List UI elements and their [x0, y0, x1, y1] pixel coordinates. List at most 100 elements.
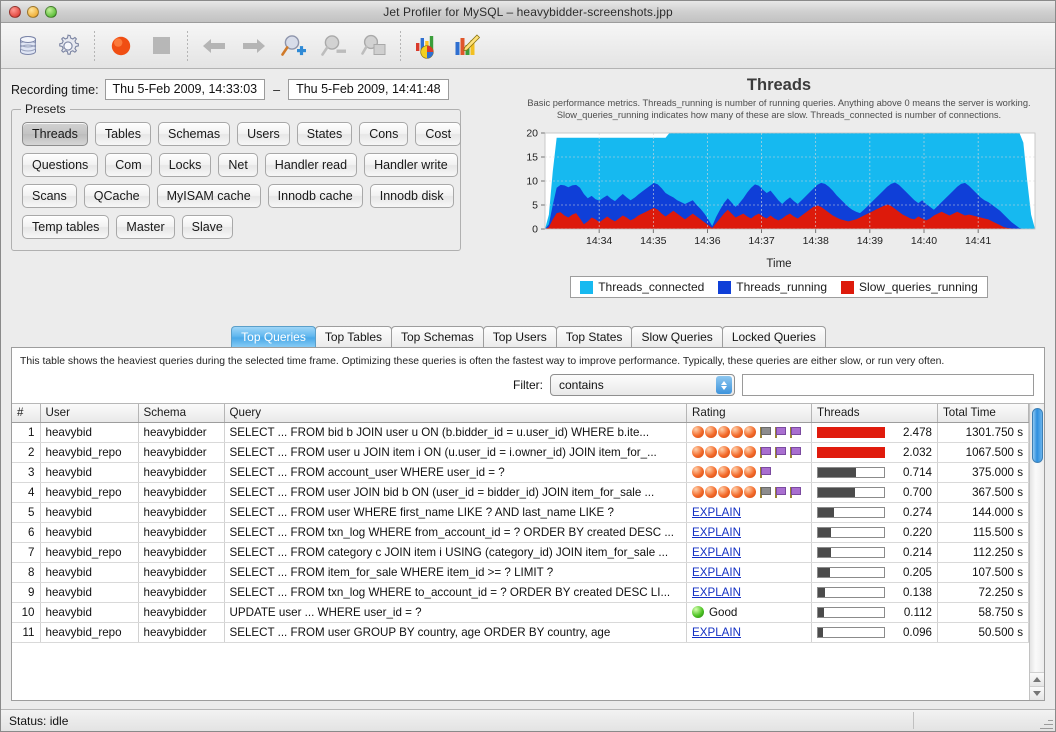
preset-button-slave[interactable]: Slave: [182, 215, 233, 239]
column-header-rating[interactable]: Rating: [687, 404, 812, 422]
cell-rating: [687, 482, 812, 502]
explain-link[interactable]: EXPLAIN: [692, 506, 741, 519]
column-header-user[interactable]: User: [40, 404, 138, 422]
table-row[interactable]: 11heavybid_repoheavybidderSELECT ... FRO…: [12, 622, 1029, 642]
tab-top-states[interactable]: Top States: [556, 326, 633, 347]
preset-button-handler-write[interactable]: Handler write: [364, 153, 458, 177]
cell-query: SELECT ... FROM txn_log WHERE from_accou…: [224, 522, 687, 542]
zoom-region-icon[interactable]: [355, 27, 393, 65]
back-arrow-icon[interactable]: [195, 27, 233, 65]
threads-value: 2.032: [890, 446, 932, 459]
preset-button-cost[interactable]: Cost: [415, 122, 461, 146]
filter-text-input[interactable]: [742, 374, 1034, 396]
preset-button-net[interactable]: Net: [218, 153, 257, 177]
preset-button-myisam-cache[interactable]: MyISAM cache: [157, 184, 261, 208]
edit-chart-icon[interactable]: [448, 27, 486, 65]
preset-button-com[interactable]: Com: [105, 153, 151, 177]
cell-schema: heavybidder: [138, 422, 224, 442]
threads-value: 0.112: [890, 606, 932, 619]
resize-grip[interactable]: [1040, 716, 1053, 729]
chart-plot[interactable]: 0510152014:3414:3514:3614:3714:3814:3914…: [513, 127, 1041, 257]
table-row[interactable]: 1heavybidheavybidderSELECT ... FROM bid …: [12, 422, 1029, 442]
preset-button-questions[interactable]: Questions: [22, 153, 98, 177]
table-row[interactable]: 6heavybidheavybidderSELECT ... FROM txn_…: [12, 522, 1029, 542]
table-row[interactable]: 9heavybidheavybidderSELECT ... FROM txn_…: [12, 582, 1029, 602]
tab-top-users[interactable]: Top Users: [483, 326, 557, 347]
chart-legend: Threads_connectedThreads_runningSlow_que…: [570, 276, 988, 298]
main-content: Recording time: Thu 5-Feb 2009, 14:33:03…: [1, 69, 1055, 709]
cell-index: 7: [12, 542, 40, 562]
threads-bar: [817, 547, 885, 558]
preset-button-tables[interactable]: Tables: [95, 122, 151, 146]
flag-icon: [773, 446, 786, 459]
cell-schema: heavybidder: [138, 622, 224, 642]
database-icon[interactable]: [9, 27, 47, 65]
recording-end-field[interactable]: Thu 5-Feb 2009, 14:41:48: [288, 79, 449, 100]
tab-slow-queries[interactable]: Slow Queries: [631, 326, 722, 347]
filter-mode-select[interactable]: contains: [550, 374, 735, 396]
cell-user: heavybid_repo: [40, 542, 138, 562]
column-header-query[interactable]: Query: [224, 404, 687, 422]
preset-button-innodb-disk[interactable]: Innodb disk: [370, 184, 454, 208]
scroll-up-arrow-icon[interactable]: [1030, 672, 1044, 686]
explain-link[interactable]: EXPLAIN: [692, 546, 741, 559]
cell-rating: [687, 422, 812, 442]
cell-index: 6: [12, 522, 40, 542]
stop-icon[interactable]: [142, 27, 180, 65]
toolbar-separator: [187, 31, 188, 61]
table-row[interactable]: 2heavybid_repoheavybidderSELECT ... FROM…: [12, 442, 1029, 462]
tab-top-queries[interactable]: Top Queries: [231, 326, 316, 347]
forward-arrow-icon[interactable]: [235, 27, 273, 65]
preset-button-states[interactable]: States: [297, 122, 352, 146]
explain-link[interactable]: EXPLAIN: [692, 566, 741, 579]
preset-button-locks[interactable]: Locks: [159, 153, 212, 177]
cell-total-time: 367.500 s: [938, 482, 1029, 502]
threads-bar: [817, 507, 885, 518]
tab-locked-queries[interactable]: Locked Queries: [722, 326, 826, 347]
preset-button-schemas[interactable]: Schemas: [158, 122, 230, 146]
recording-start-field[interactable]: Thu 5-Feb 2009, 14:33:03: [105, 79, 266, 100]
cell-user: heavybid: [40, 522, 138, 542]
tab-top-tables[interactable]: Top Tables: [315, 326, 392, 347]
explain-link[interactable]: EXPLAIN: [692, 626, 741, 639]
cell-schema: heavybidder: [138, 542, 224, 562]
column-header-schema[interactable]: Schema: [138, 404, 224, 422]
scrollbar-thumb[interactable]: [1032, 408, 1043, 463]
table-row[interactable]: 10heavybidheavybidderUPDATE user ... WHE…: [12, 602, 1029, 622]
record-icon[interactable]: [102, 27, 140, 65]
cell-index: 8: [12, 562, 40, 582]
cell-schema: heavybidder: [138, 582, 224, 602]
svg-text:15: 15: [526, 152, 538, 164]
table-row[interactable]: 8heavybidheavybidderSELECT ... FROM item…: [12, 562, 1029, 582]
preset-button-users[interactable]: Users: [237, 122, 290, 146]
scrollbar-track[interactable]: [1030, 404, 1044, 672]
preset-button-innodb-cache[interactable]: Innodb cache: [268, 184, 363, 208]
column-header-total-time[interactable]: Total Time: [938, 404, 1029, 422]
scroll-down-arrow-icon[interactable]: [1030, 686, 1044, 700]
settings-gear-icon[interactable]: [49, 27, 87, 65]
table-row[interactable]: 3heavybidheavybidderSELECT ... FROM acco…: [12, 462, 1029, 482]
chevron-updown-icon[interactable]: [716, 376, 732, 394]
table-row[interactable]: 7heavybid_repoheavybidderSELECT ... FROM…: [12, 542, 1029, 562]
table-row[interactable]: 5heavybidheavybidderSELECT ... FROM user…: [12, 502, 1029, 522]
zoom-out-icon[interactable]: [315, 27, 353, 65]
table-row[interactable]: 4heavybid_repoheavybidderSELECT ... FROM…: [12, 482, 1029, 502]
column-header-[interactable]: #: [12, 404, 40, 422]
explain-link[interactable]: EXPLAIN: [692, 586, 741, 599]
tab-top-schemas[interactable]: Top Schemas: [391, 326, 484, 347]
rating-icons: [692, 426, 806, 439]
report-chart-icon[interactable]: [408, 27, 446, 65]
preset-button-threads[interactable]: Threads: [22, 122, 88, 146]
table-vertical-scrollbar[interactable]: [1029, 404, 1044, 700]
preset-button-temp-tables[interactable]: Temp tables: [22, 215, 109, 239]
preset-button-master[interactable]: Master: [116, 215, 174, 239]
zoom-in-icon[interactable]: [275, 27, 313, 65]
cell-rating: EXPLAIN: [687, 502, 812, 522]
preset-button-handler-read[interactable]: Handler read: [265, 153, 357, 177]
preset-button-cons[interactable]: Cons: [359, 122, 408, 146]
preset-button-scans[interactable]: Scans: [22, 184, 77, 208]
explain-link[interactable]: EXPLAIN: [692, 526, 741, 539]
column-header-threads[interactable]: Threads: [812, 404, 938, 422]
preset-button-qcache[interactable]: QCache: [84, 184, 150, 208]
orange-ball-icon: [705, 486, 717, 498]
